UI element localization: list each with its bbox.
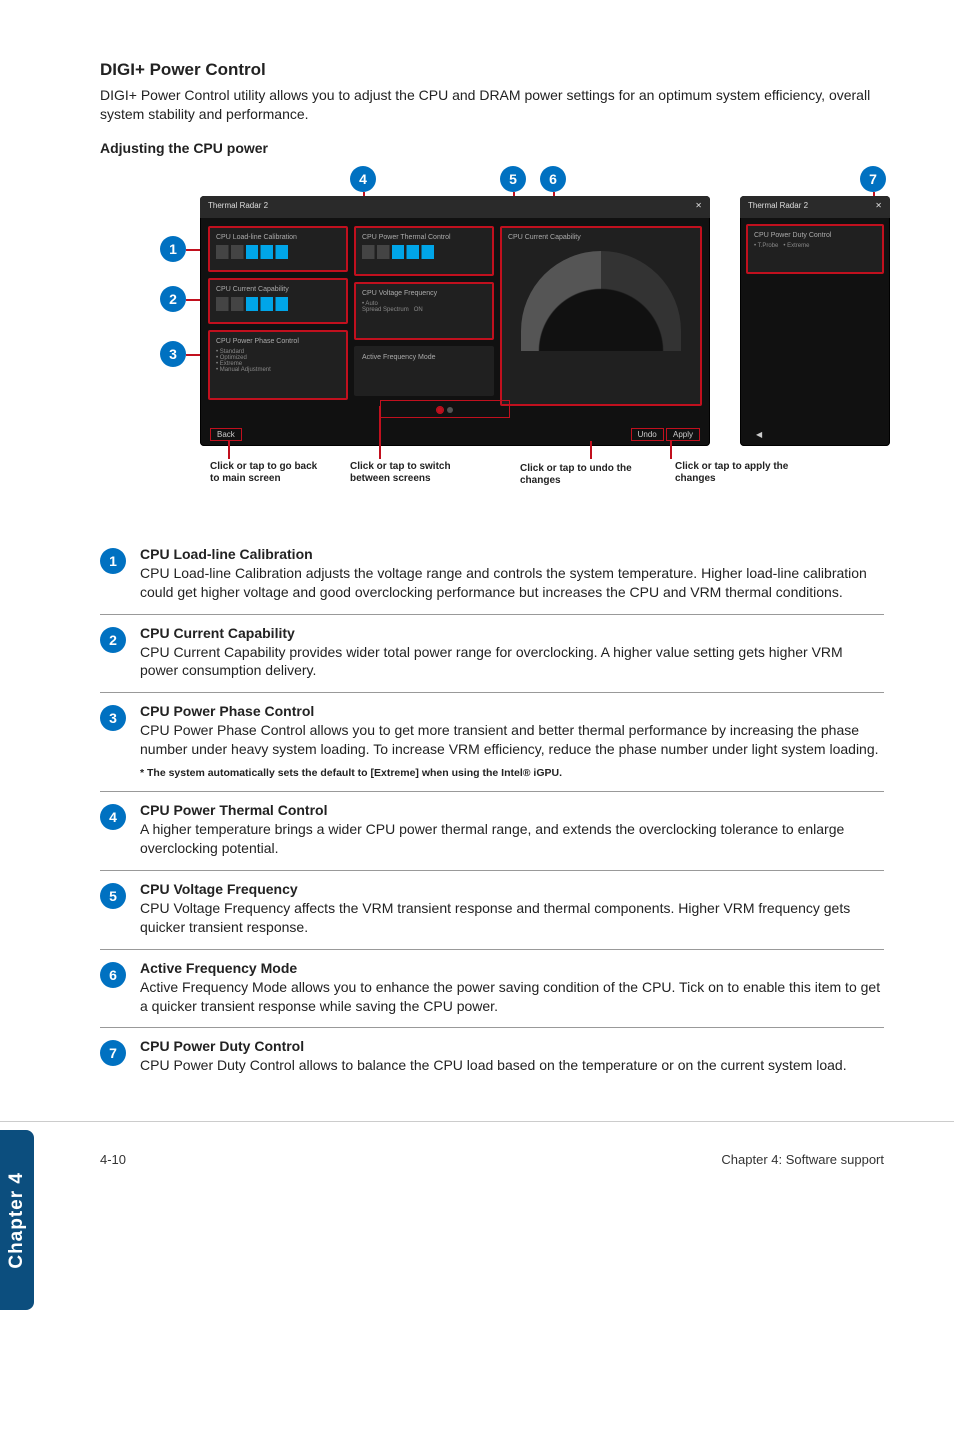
feature-body: A higher temperature brings a wider CPU …	[140, 820, 884, 858]
window-title: Thermal Radar 2	[208, 201, 268, 213]
feature-item-5: 5 CPU Voltage Frequency CPU Voltage Freq…	[100, 871, 884, 950]
gauge-icon	[521, 251, 681, 351]
feature-title: CPU Power Duty Control	[140, 1038, 884, 1054]
feature-item-7: 7 CPU Power Duty Control CPU Power Duty …	[100, 1028, 884, 1087]
feature-number: 1	[100, 548, 126, 574]
apply-button[interactable]: Apply	[666, 428, 700, 441]
feature-body: CPU Load-line Calibration adjusts the vo…	[140, 564, 884, 602]
feature-list: 1 CPU Load-line Calibration CPU Load-lin…	[100, 536, 884, 1088]
feature-body: Active Frequency Mode allows you to enha…	[140, 978, 884, 1016]
panel-voltage-frequency[interactable]: CPU Voltage Frequency • AutoSpread Spect…	[354, 282, 494, 340]
feature-number: 7	[100, 1040, 126, 1066]
feature-number: 2	[100, 627, 126, 653]
callout-4: 4	[350, 166, 376, 192]
feature-number: 3	[100, 705, 126, 731]
feature-title: CPU Power Thermal Control	[140, 802, 884, 818]
feature-item-1: 1 CPU Load-line Calibration CPU Load-lin…	[100, 536, 884, 615]
connector-line	[379, 406, 381, 459]
close-icon[interactable]: ✕	[875, 201, 882, 213]
connector-line	[228, 441, 230, 459]
feature-number: 6	[100, 962, 126, 988]
chapter-tab-label: Chapter 4	[6, 1172, 28, 1269]
feature-body: CPU Power Duty Control allows to balance…	[140, 1056, 884, 1075]
back-button[interactable]: ◀	[750, 429, 768, 440]
panel-current-gauge[interactable]: CPU Current Capability	[500, 226, 702, 406]
feature-title: CPU Power Phase Control	[140, 703, 884, 719]
callout-3: 3	[160, 341, 186, 367]
feature-body: CPU Current Capability provides wider to…	[140, 643, 884, 681]
panel-active-frequency[interactable]: Active Frequency Mode	[354, 346, 494, 396]
undo-button[interactable]: Undo	[631, 428, 664, 441]
panel-thermal-control[interactable]: CPU Power Thermal Control	[354, 226, 494, 276]
callout-2: 2	[160, 286, 186, 312]
section-title: DIGI+ Power Control	[100, 60, 884, 80]
caption-switch: Click or tap to switch between screens	[350, 461, 490, 485]
feature-number: 4	[100, 804, 126, 830]
page-number: 4-10	[100, 1152, 126, 1167]
caption-back: Click or tap to go back to main screen	[210, 461, 320, 485]
close-icon[interactable]: ✕	[695, 201, 702, 213]
connector-line	[590, 441, 592, 459]
feature-title: CPU Current Capability	[140, 625, 884, 641]
panel-current-capability[interactable]: CPU Current Capability	[208, 278, 348, 324]
feature-item-3: 3 CPU Power Phase Control CPU Power Phas…	[100, 693, 884, 792]
section-sub-title: Adjusting the CPU power	[100, 140, 884, 156]
caption-undo: Click or tap to undo the changes	[520, 463, 650, 487]
feature-note: * The system automatically sets the defa…	[140, 767, 884, 779]
chapter-label: Chapter 4: Software support	[721, 1152, 884, 1167]
feature-title: CPU Voltage Frequency	[140, 881, 884, 897]
page-footer: 4-10 Chapter 4: Software support	[0, 1121, 954, 1187]
connector-line	[670, 441, 672, 459]
feature-number: 5	[100, 883, 126, 909]
back-button[interactable]: Back	[210, 428, 242, 441]
callout-7: 7	[860, 166, 886, 192]
feature-item-6: 6 Active Frequency Mode Active Frequency…	[100, 950, 884, 1029]
chapter-tab: Chapter 4	[0, 1130, 34, 1310]
section-intro: DIGI+ Power Control utility allows you t…	[100, 86, 884, 124]
callout-5: 5	[500, 166, 526, 192]
callout-1: 1	[160, 236, 186, 262]
feature-title: CPU Load-line Calibration	[140, 546, 884, 562]
feature-body: CPU Voltage Frequency affects the VRM tr…	[140, 899, 884, 937]
app-screenshot-main: Thermal Radar 2 ✕ CPU Load-line Calibrat…	[200, 196, 710, 446]
feature-item-2: 2 CPU Current Capability CPU Current Cap…	[100, 615, 884, 694]
feature-item-4: 4 CPU Power Thermal Control A higher tem…	[100, 792, 884, 871]
feature-title: Active Frequency Mode	[140, 960, 884, 976]
app-screenshot-secondary: Thermal Radar 2 ✕ CPU Power Duty Control…	[740, 196, 890, 446]
screen-pager[interactable]	[380, 400, 510, 418]
caption-apply: Click or tap to apply the changes	[675, 461, 795, 485]
callout-6: 6	[540, 166, 566, 192]
panel-loadline[interactable]: CPU Load-line Calibration	[208, 226, 348, 272]
diagram: 4 5 6 7 1 2 3 Thermal Radar 2 ✕ CPU Load…	[100, 166, 890, 516]
panel-duty-control[interactable]: CPU Power Duty Control • T.Probe • Extre…	[746, 224, 884, 274]
feature-body: CPU Power Phase Control allows you to ge…	[140, 721, 884, 759]
window-title: Thermal Radar 2	[748, 201, 808, 213]
panel-phase-control[interactable]: CPU Power Phase Control • Standard• Opti…	[208, 330, 348, 400]
